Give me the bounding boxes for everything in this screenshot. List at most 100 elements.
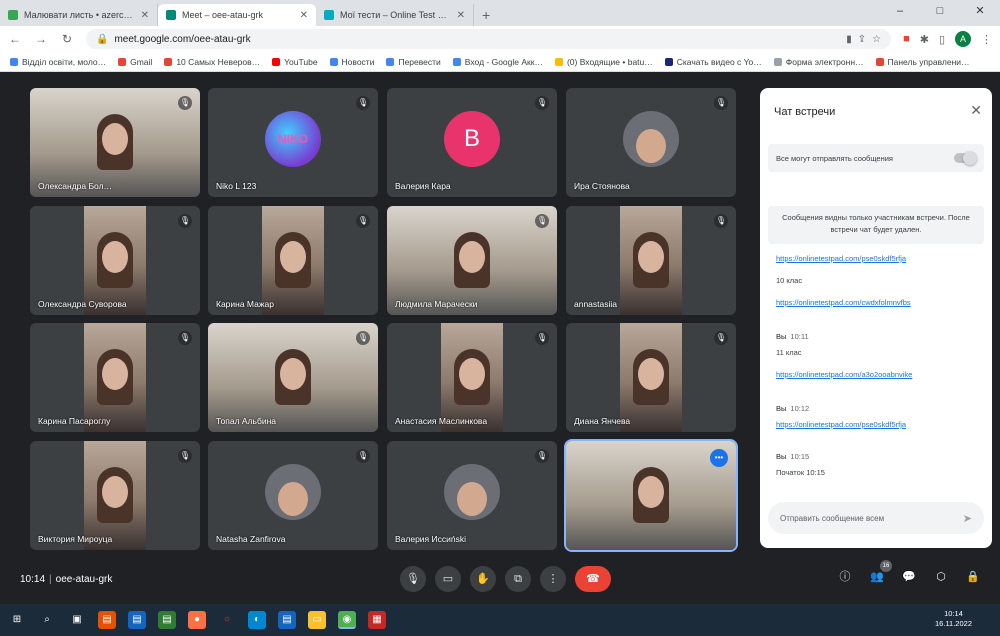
windows-start-icon[interactable]: ⊞ xyxy=(8,611,26,629)
new-tab-button[interactable]: + xyxy=(474,4,498,26)
app-icon[interactable]: ▦ xyxy=(368,611,386,629)
participant-name: Ира Стоянова xyxy=(574,181,630,191)
back-arrow-icon[interactable]: ← xyxy=(8,32,22,46)
bookmark-label: Новости xyxy=(341,56,375,67)
participant-tile[interactable]: 🎙 Natasha Zanfirova xyxy=(208,441,378,550)
browser-tab[interactable]: Малювати листь • azercasvanov… ✕ xyxy=(0,4,158,26)
profile-avatar[interactable]: A xyxy=(955,31,971,47)
participant-tile[interactable]: 🎙 annastasiia xyxy=(566,206,736,315)
browser-tab[interactable]: Мої тести – Online Test Pad ✕ xyxy=(316,4,474,26)
participant-tile[interactable]: B 🎙 Валерия Кара xyxy=(387,88,557,197)
participant-name: Диана Янчева xyxy=(574,416,631,426)
participant-tile[interactable]: ••• xyxy=(564,439,738,552)
side-panel-icon[interactable]: ▯ xyxy=(939,33,945,46)
bookmark-item[interactable]: Відділ освіти, моло… xyxy=(10,57,106,67)
bookmark-item[interactable]: YouTube xyxy=(272,57,318,67)
extension-icon[interactable]: ■ xyxy=(903,33,910,45)
activities-icon[interactable]: ⬡ xyxy=(932,568,950,586)
bookmark-star-icon[interactable]: ☆ xyxy=(872,34,881,45)
host-controls-icon[interactable]: 🔒 xyxy=(964,568,982,586)
camera-icon[interactable]: ▭ xyxy=(435,566,461,592)
participant-tile[interactable]: NIKO 🎙 Niko L 123 xyxy=(208,88,378,197)
participant-tile[interactable]: 🎙 Диана Янчева xyxy=(566,323,736,432)
bookmark-item[interactable]: 10 Самых Неверов… xyxy=(164,57,260,67)
forward-arrow-icon[interactable]: → xyxy=(34,32,48,46)
maximize-button[interactable]: □ xyxy=(920,0,960,26)
people-icon[interactable]: 👥 16 xyxy=(868,560,892,586)
chrome-icon[interactable]: ◉ xyxy=(338,611,356,629)
more-options-icon[interactable]: ⋮ xyxy=(540,566,566,592)
reload-icon[interactable]: ↻ xyxy=(60,32,74,46)
chat-link[interactable]: https://onlinetestpad.com/cwdxfolmnvfbs xyxy=(776,298,911,307)
bookmark-item[interactable]: Gmail xyxy=(118,57,152,67)
speaking-indicator-icon: ••• xyxy=(710,449,728,467)
participant-tile[interactable]: 🎙 Карина Пасароглу xyxy=(30,323,200,432)
participant-avatar: NIKO xyxy=(265,110,321,167)
app-icon[interactable]: ▤ xyxy=(98,611,116,629)
chat-icon[interactable]: 💬 xyxy=(900,568,918,586)
close-tab-icon[interactable]: ✕ xyxy=(141,10,149,21)
camera-indicator-icon[interactable]: ▮ xyxy=(846,34,852,45)
opera-icon[interactable]: ○ xyxy=(218,611,236,629)
bookmark-item[interactable]: Скачать видео с Yo… xyxy=(664,57,762,67)
participant-tile[interactable]: 🎙 Людмила Марачески xyxy=(387,206,557,315)
address-bar[interactable]: 🔒 meet.google.com/oee-atau-grk ▮ ⇪ ☆ xyxy=(86,29,892,49)
taskbar-clock[interactable]: 10:14 16.11.2022 xyxy=(935,609,972,629)
minimize-button[interactable]: – xyxy=(880,0,920,26)
app-icon[interactable]: ▤ xyxy=(158,611,176,629)
share-icon[interactable]: ⇪ xyxy=(858,34,866,45)
browser-tab[interactable]: Meet – oee-atau-grk ✕ xyxy=(158,4,316,26)
bookmark-favicon-icon xyxy=(118,57,127,66)
chat-link[interactable]: https://onlinetestpad.com/a3o2ooabnvike xyxy=(776,370,912,379)
participant-tile[interactable]: 🎙 Олександра Бол… xyxy=(30,88,200,197)
close-window-button[interactable]: ✕ xyxy=(960,0,1000,26)
lock-icon: 🔒 xyxy=(96,33,109,45)
file-explorer-icon[interactable]: ▭ xyxy=(308,611,326,629)
participant-face xyxy=(638,240,664,273)
close-icon[interactable]: ✕ xyxy=(970,102,982,119)
end-call-icon[interactable]: ☎ xyxy=(575,566,611,592)
muted-mic-icon: 🎙 xyxy=(178,96,192,110)
send-icon[interactable]: ➤ xyxy=(963,512,972,525)
tab-favicon-icon xyxy=(324,10,334,20)
more-menu-icon[interactable]: ⋮ xyxy=(981,33,992,46)
bookmark-item[interactable]: (0) Входящие • batu… xyxy=(554,57,653,67)
muted-mic-icon: 🎙 xyxy=(535,214,549,228)
participant-tile[interactable]: 🎙 Виктория Мироуца xyxy=(30,441,200,550)
raise-hand-icon[interactable]: ✋ xyxy=(470,566,496,592)
bookmark-item[interactable]: Панель управлени… xyxy=(875,57,970,67)
participant-tile[interactable]: 🎙 Олександра Суворова xyxy=(30,206,200,315)
present-screen-icon[interactable]: ⧉ xyxy=(505,566,531,592)
close-tab-icon[interactable]: ✕ xyxy=(457,10,465,21)
chat-permission-toggle[interactable] xyxy=(954,151,977,165)
bookmark-item[interactable]: Перевести xyxy=(386,56,441,67)
participant-tile[interactable]: 🎙 Валерия Иссиński xyxy=(387,441,557,550)
bookmark-item[interactable]: Вход - Google Акк… xyxy=(452,57,543,67)
firefox-icon[interactable]: ● xyxy=(188,611,206,629)
edge-icon[interactable]: ◐ xyxy=(248,611,266,629)
bookmark-item[interactable]: Новости xyxy=(329,56,375,67)
chat-input[interactable]: Отправить сообщение всем ➤ xyxy=(768,502,984,534)
bookmark-item[interactable]: Форма электронн… xyxy=(773,57,864,67)
microphone-icon[interactable]: 🎙 xyxy=(400,566,426,592)
bookmark-favicon-icon xyxy=(272,57,281,66)
participant-avatar xyxy=(265,463,321,520)
chat-link[interactable]: https://onlinetestpad.com/pse0skdf5rfja xyxy=(776,420,906,429)
app-icon[interactable]: ▤ xyxy=(128,611,146,629)
app-icon[interactable]: ▤ xyxy=(278,611,296,629)
participant-tile[interactable]: 🎙 Ира Стоянова xyxy=(566,88,736,197)
bookmark-label: Перевести xyxy=(398,56,441,67)
bookmark-favicon-icon xyxy=(164,57,173,66)
meeting-details-icon[interactable]: ⓘ xyxy=(836,568,854,586)
muted-mic-icon: 🎙 xyxy=(356,449,370,463)
chat-link[interactable]: https://onlinetestpad.com/pse0skdf5rfja xyxy=(776,254,906,263)
participant-tile[interactable]: 🎙 Топал Альбина xyxy=(208,323,378,432)
participant-tile[interactable]: 🎙 Карина Мажар xyxy=(208,206,378,315)
search-icon[interactable]: ⌕ xyxy=(38,611,56,629)
close-tab-icon[interactable]: ✕ xyxy=(300,10,308,21)
taskbar-date: 16.11.2022 xyxy=(935,619,972,628)
extensions-puzzle-icon[interactable]: ✱ xyxy=(920,33,929,46)
task-view-icon[interactable]: ▣ xyxy=(68,611,86,629)
participant-face xyxy=(638,357,664,390)
participant-tile[interactable]: 🎙 Анастасия Маслинкова xyxy=(387,323,557,432)
